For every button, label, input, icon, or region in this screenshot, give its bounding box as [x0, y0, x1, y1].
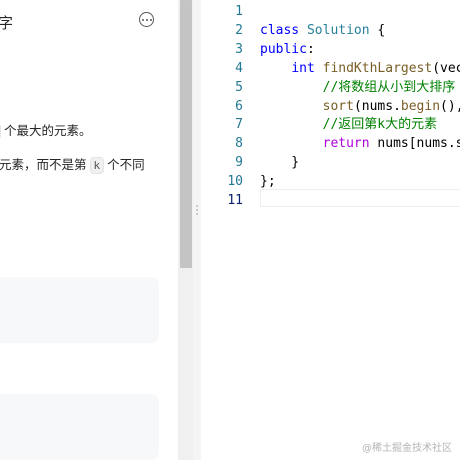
- code-token: {: [369, 22, 386, 38]
- line-number: 11: [227, 193, 243, 208]
- code-token: findKthLargest: [322, 60, 433, 76]
- code-line[interactable]: 8 return nums[nums.s: [201, 134, 460, 153]
- code-line[interactable]: 9 }: [201, 153, 460, 172]
- code-token: (),: [440, 98, 460, 114]
- problem-description-panel: 字 ​个最大的元素。 元素，而不是第k个不同: [0, 0, 178, 460]
- code-token: int: [291, 60, 315, 76]
- line-number: 3: [235, 41, 243, 57]
- inline-code-chip: ​: [0, 123, 1, 140]
- code-editor[interactable]: 1 2 class Solution {3 public: 4 int findKthL…: [201, 0, 460, 460]
- code-token: begin: [400, 98, 441, 114]
- more-options-icon[interactable]: [139, 12, 154, 27]
- code-token: :: [306, 41, 315, 57]
- example-block-1: [0, 277, 159, 343]
- code-line[interactable]: 7 //返回第k大的元素: [201, 115, 460, 134]
- code-text: //返回第k大的元素: [260, 115, 437, 134]
- code-text: class Solution {: [260, 21, 385, 40]
- code-text: }: [260, 153, 299, 172]
- code-line[interactable]: 2 class Solution {: [201, 21, 460, 40]
- code-token: class: [260, 22, 300, 38]
- description-text: 元素，而不是第: [0, 157, 87, 172]
- line-number: 7: [235, 117, 243, 133]
- panel-splitter[interactable]: [193, 0, 201, 460]
- description-scrollbar-thumb[interactable]: [180, 0, 192, 268]
- code-line[interactable]: 4 int findKthLargest(vec: [201, 59, 460, 78]
- problem-title: 字: [0, 14, 14, 32]
- code-token: sort: [322, 98, 354, 114]
- code-text: sort(nums.begin(),: [260, 97, 460, 116]
- line-number: 2: [235, 22, 243, 38]
- code-line[interactable]: 6 sort(nums.begin(),: [201, 97, 460, 116]
- line-number: 9: [235, 155, 243, 171]
- code-line[interactable]: 11: [201, 191, 460, 210]
- code-text: //将数组从小到大排序: [260, 78, 456, 97]
- code-line[interactable]: 3 public:: [201, 40, 460, 59]
- code-token: (vec: [432, 60, 460, 76]
- splitter-drag-handle[interactable]: [195, 205, 199, 217]
- code-line[interactable]: 1: [201, 2, 460, 21]
- code-token: nums[nums.s: [369, 136, 460, 152]
- code-token: //返回第k大的元素: [322, 117, 438, 133]
- code-text: };: [260, 172, 276, 191]
- description-line-2: 元素，而不是第 k 个不同: [0, 154, 145, 174]
- code-text: return nums[nums.s: [260, 134, 460, 153]
- line-number: 1: [235, 4, 243, 19]
- description-text: 个最大的元素。: [4, 123, 92, 138]
- example-block-2: [0, 394, 159, 460]
- description-text: 个不同: [107, 157, 145, 172]
- code-line[interactable]: 10};: [201, 172, 460, 191]
- inline-code-chip: k: [89, 157, 105, 174]
- code-token: public: [260, 41, 307, 57]
- line-number: 5: [235, 79, 243, 95]
- line-number: 8: [235, 136, 243, 152]
- code-token: return: [322, 136, 370, 152]
- code-token: //将数组从小到大排序: [322, 79, 456, 95]
- code-token: };: [260, 174, 276, 190]
- code-token: Solution: [306, 22, 370, 38]
- code-token: }: [260, 155, 300, 171]
- description-line-1: ​个最大的元素。: [0, 120, 92, 140]
- code-token: (nums.: [353, 98, 401, 114]
- watermark: @稀土掘金技术社区: [362, 443, 452, 454]
- line-number: 4: [235, 60, 243, 76]
- code-line[interactable]: 5 //将数组从小到大排序: [201, 78, 460, 97]
- code-text: public:: [260, 40, 315, 59]
- line-number: 10: [227, 174, 243, 190]
- line-number: 6: [235, 98, 243, 114]
- code-text: int findKthLargest(vec: [260, 59, 460, 78]
